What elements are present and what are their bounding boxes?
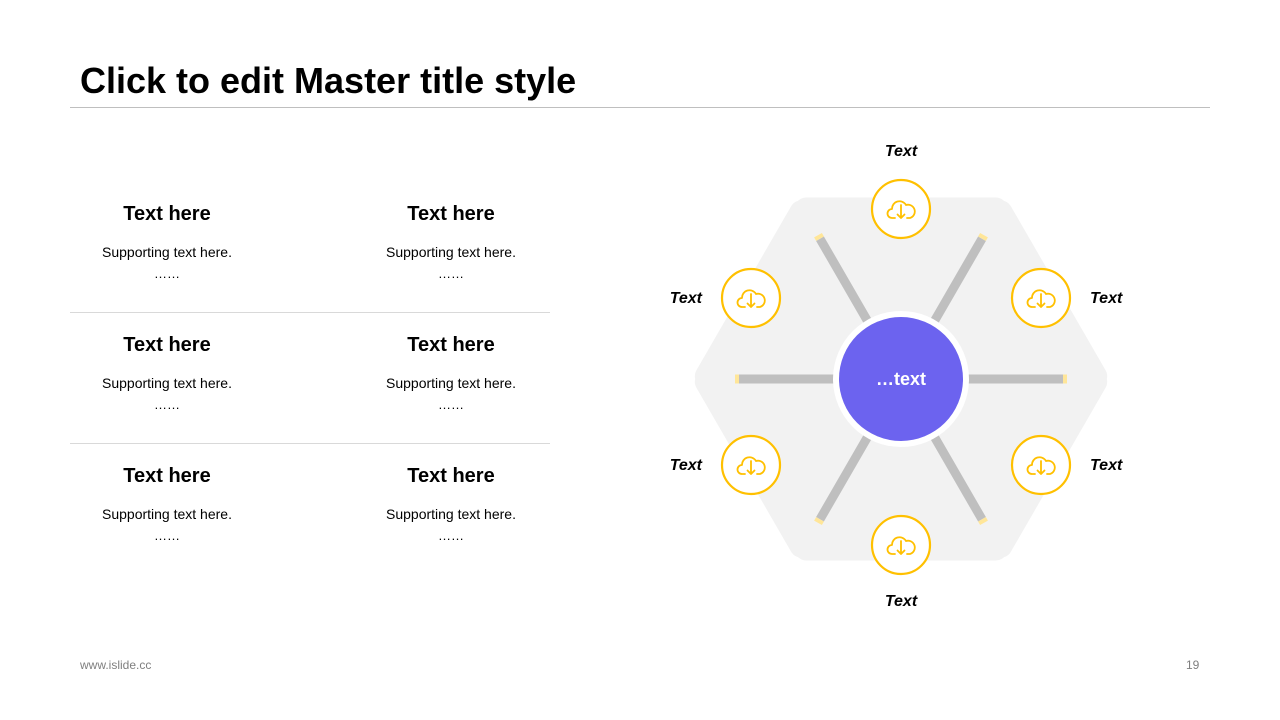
text-block-6: Text here Supporting text here. ……: [351, 465, 551, 543]
node-label-top: Text: [885, 143, 918, 160]
hexagon-radial-diagram: …text Text Text Text Text Text Text: [670, 143, 1123, 610]
text-block-heading: Text here: [123, 203, 211, 225]
center-label: …text: [876, 369, 926, 389]
spoke-tip: [978, 517, 988, 526]
node-label-lower-right: Text: [1090, 457, 1123, 474]
row-divider: [70, 312, 550, 313]
text-block-supporting: Supporting text here.: [102, 506, 232, 522]
row-divider: [70, 443, 550, 444]
text-block-supporting: Supporting text here.: [102, 244, 232, 260]
node-bottom: [870, 514, 932, 576]
node-label-lower-left: Text: [670, 457, 703, 474]
slide-title: Click to edit Master title style: [80, 60, 577, 101]
text-block-heading: Text here: [123, 334, 211, 356]
node-upper-right: [1010, 267, 1072, 329]
node-label-upper-right: Text: [1090, 290, 1123, 307]
text-block-ellipsis: ……: [438, 528, 464, 543]
page-number: 19: [1186, 658, 1200, 672]
node-top: [870, 178, 932, 240]
text-block-ellipsis: ……: [438, 266, 464, 281]
text-block-heading: Text here: [407, 334, 495, 356]
text-block-ellipsis: ……: [154, 397, 180, 412]
spoke-tip: [814, 517, 824, 526]
spoke-tip: [814, 232, 824, 241]
text-block-supporting: Supporting text here.: [386, 244, 516, 260]
spoke-tip: [978, 232, 988, 241]
text-block-4: Text here Supporting text here. ……: [351, 334, 551, 412]
text-block-supporting: Supporting text here.: [386, 506, 516, 522]
node-label-bottom: Text: [885, 593, 918, 610]
node-lower-right: [1010, 434, 1072, 496]
node-upper-left: [720, 267, 782, 329]
text-block-heading: Text here: [407, 203, 495, 225]
text-block-supporting: Supporting text here.: [386, 375, 516, 391]
title-divider: [70, 107, 1210, 108]
text-block-supporting: Supporting text here.: [102, 375, 232, 391]
node-label-upper-left: Text: [670, 290, 703, 307]
text-block-3: Text here Supporting text here. ……: [67, 334, 267, 412]
text-block-heading: Text here: [407, 465, 495, 487]
text-block-1: Text here Supporting text here. ……: [67, 203, 267, 281]
text-block-2: Text here Supporting text here. ……: [351, 203, 551, 281]
node-lower-left: [720, 434, 782, 496]
text-block-5: Text here Supporting text here. ……: [67, 465, 267, 543]
footer-url: www.islide.cc: [80, 658, 152, 672]
text-block-heading: Text here: [123, 465, 211, 487]
text-block-ellipsis: ……: [154, 266, 180, 281]
text-block-ellipsis: ……: [438, 397, 464, 412]
text-block-ellipsis: ……: [154, 528, 180, 543]
